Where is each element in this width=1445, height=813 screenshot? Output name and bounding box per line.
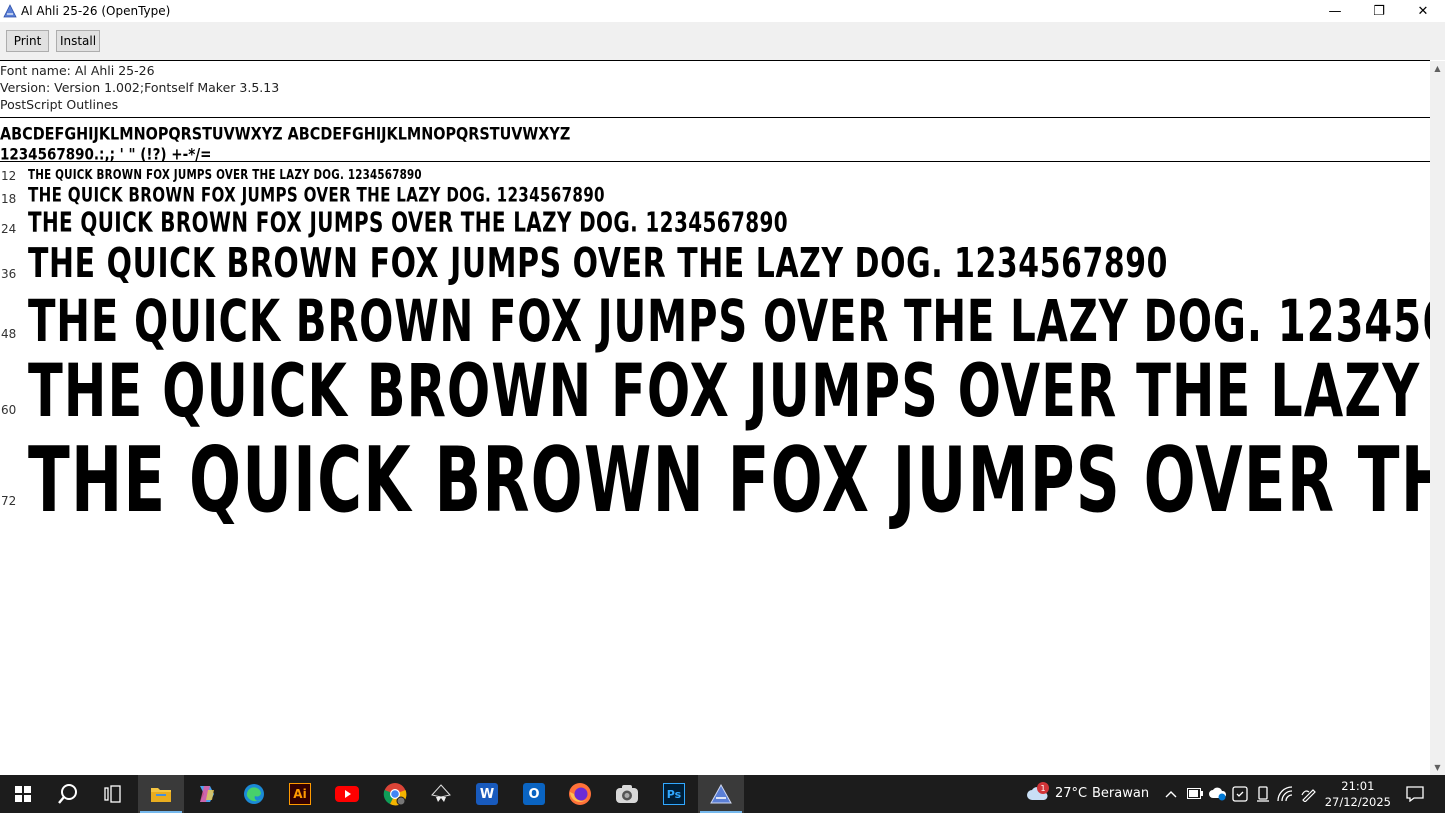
sample-text: THE QUICK BROWN FOX JUMPS OVER THE LAZY …	[28, 240, 1169, 288]
vertical-scrollbar[interactable]: ▲ ▼	[1430, 61, 1445, 775]
wifi-icon[interactable]	[1277, 786, 1293, 802]
size-label: 60	[1, 403, 17, 417]
edge-icon[interactable]	[231, 775, 277, 813]
size-label: 48	[1, 327, 17, 341]
photoshop-icon[interactable]: Ps	[651, 775, 697, 813]
font-viewer-icon[interactable]	[698, 775, 744, 813]
chrome-icon[interactable]	[372, 775, 418, 813]
sample-text: THE QUICK BROWN FOX JUMPS OVER THE LAZY …	[28, 288, 1430, 356]
close-button[interactable]: ✕	[1401, 0, 1445, 22]
chevron-up-icon	[1165, 791, 1177, 798]
minimize-icon: —	[1328, 3, 1342, 19]
notification-icon	[1406, 786, 1424, 802]
scroll-down-icon[interactable]: ▼	[1430, 760, 1445, 775]
inkscape-icon[interactable]	[418, 775, 464, 813]
illustrator-icon[interactable]: Ai	[277, 775, 323, 813]
charset-divider	[0, 161, 1430, 162]
weather-description: Berawan	[1092, 786, 1150, 801]
weather-temperature: 27°C	[1055, 786, 1088, 801]
info-divider	[0, 117, 1430, 118]
window-title: Al Ahli 25-26 (OpenType)	[21, 4, 171, 18]
device-icon[interactable]	[1256, 786, 1270, 802]
print-button[interactable]: Print	[6, 30, 49, 52]
toolbar: Print Install	[0, 22, 1445, 60]
outlook-icon[interactable]: O	[511, 775, 557, 813]
restore-icon: ❐	[1373, 3, 1385, 19]
font-viewer-app-icon	[3, 4, 17, 18]
weather-alert-badge: 1	[1037, 782, 1049, 794]
install-button[interactable]: Install	[56, 30, 100, 52]
word-label: W	[476, 783, 498, 805]
firefox-icon[interactable]	[557, 775, 603, 813]
title-bar: Al Ahli 25-26 (OpenType) — ❐ ✕	[0, 0, 1445, 22]
notification-center-button[interactable]	[1400, 775, 1430, 813]
sample-text: THE QUICK BROWN FOX JUMPS OVER THE LAZY	[28, 427, 1430, 532]
copilot-icon[interactable]	[184, 775, 230, 813]
pen-menu-icon[interactable]	[1301, 786, 1317, 802]
windows-start-icon[interactable]	[0, 775, 46, 813]
sample-text: THE QUICK BROWN FOX JUMPS OVER THE LAZY …	[28, 167, 422, 183]
search-icon[interactable]	[45, 775, 91, 813]
camera-app-icon[interactable]	[604, 775, 650, 813]
illustrator-label: Ai	[289, 783, 311, 805]
weather-widget[interactable]: 1 27°C Berawan	[1022, 775, 1152, 813]
clock[interactable]: 21:01 27/12/2025	[1325, 778, 1391, 810]
font-name-line: Font name: Al Ahli 25-26	[0, 63, 155, 78]
security-icon[interactable]	[1232, 786, 1248, 802]
photoshop-label: Ps	[663, 783, 685, 805]
size-label: 72	[1, 494, 17, 508]
font-outline-line: PostScript Outlines	[0, 97, 119, 112]
scroll-up-icon[interactable]: ▲	[1430, 61, 1445, 76]
word-icon[interactable]: W	[464, 775, 510, 813]
size-label: 36	[1, 267, 17, 281]
show-hidden-icons-button[interactable]	[1163, 785, 1179, 803]
font-version-line: Version: Version 1.002;Fontself Maker 3.…	[0, 80, 280, 95]
charset-letters: ABCDEFGHIJKLMNOPQRSTUVWXYZ ABCDEFGHIJKLM…	[0, 124, 571, 144]
clock-date: 27/12/2025	[1324, 795, 1391, 809]
sample-text: THE QUICK BROWN FOX JUMPS OVER THE LAZY …	[28, 206, 789, 239]
close-icon: ✕	[1417, 3, 1429, 19]
font-preview-area: Font name: Al Ahli 25-26 Version: Versio…	[0, 61, 1430, 775]
taskbar: Ai W O Ps 1 27°C Berawan 21:01 27/12/202…	[0, 775, 1445, 813]
size-label: 18	[1, 192, 17, 206]
outlook-label: O	[523, 783, 545, 805]
size-label: 24	[1, 222, 17, 236]
clock-time: 21:01	[1341, 779, 1375, 793]
youtube-icon[interactable]	[324, 775, 370, 813]
task-view-icon[interactable]	[90, 775, 136, 813]
restore-button[interactable]: ❐	[1357, 0, 1401, 22]
minimize-button[interactable]: —	[1313, 0, 1357, 22]
sample-text: THE QUICK BROWN FOX JUMPS OVER THE LAZY …	[28, 184, 605, 208]
sample-text: THE QUICK BROWN FOX JUMPS OVER THE LAZY …	[28, 349, 1430, 435]
onedrive-sync-icon[interactable]	[1209, 786, 1227, 801]
battery-icon[interactable]	[1187, 788, 1203, 799]
size-label: 12	[1, 169, 17, 183]
file-explorer-icon[interactable]	[138, 775, 184, 813]
